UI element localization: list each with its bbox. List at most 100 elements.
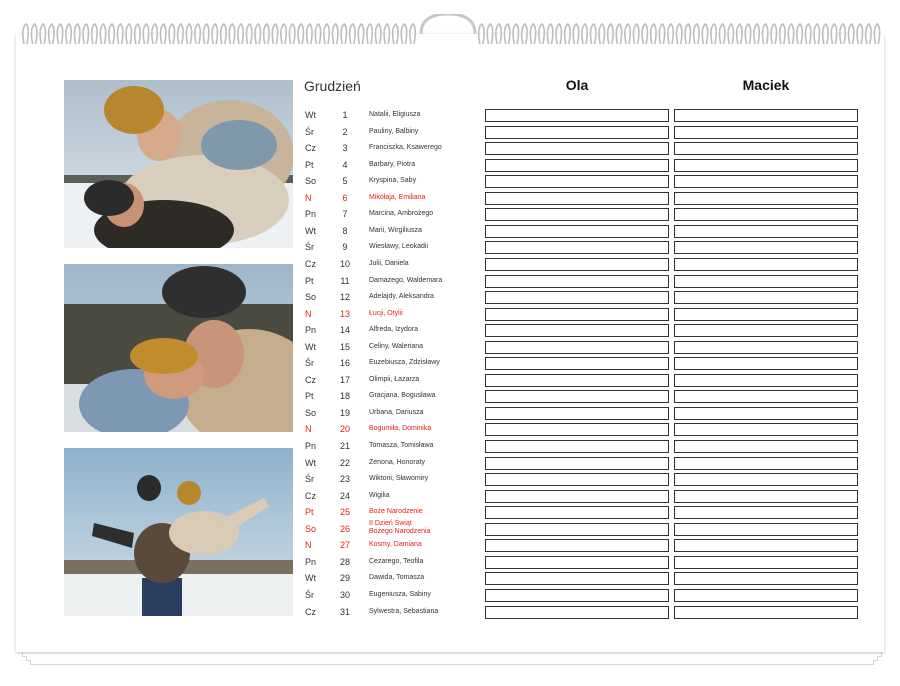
day-number: 26 [339, 523, 350, 534]
entry-box-ola[interactable] [485, 605, 669, 619]
entry-box-ola[interactable] [485, 291, 669, 305]
entry-box-ola[interactable] [485, 324, 669, 338]
spiral-coil [47, 22, 55, 45]
entry-box-ola[interactable] [485, 373, 669, 387]
entry-box-maciek[interactable] [674, 373, 858, 387]
entry-box-maciek[interactable] [674, 406, 858, 420]
entry-box-maciek[interactable] [674, 208, 858, 222]
entry-box-maciek[interactable] [674, 588, 858, 602]
entry-box-maciek[interactable] [674, 555, 858, 569]
entry-box-ola[interactable] [485, 489, 669, 503]
spiral-coil [56, 22, 64, 45]
weekday-label: Śr [305, 126, 314, 137]
entry-box-maciek[interactable] [674, 456, 858, 470]
day-number: 13 [339, 308, 350, 319]
entry-box-maciek[interactable] [674, 539, 858, 553]
entry-box-ola[interactable] [485, 307, 669, 321]
entry-box-maciek[interactable] [674, 175, 858, 189]
spiral-coil [383, 22, 391, 45]
entry-box-ola[interactable] [485, 440, 669, 453]
entry-box-ola[interactable] [485, 572, 669, 586]
entry-box-ola[interactable] [485, 357, 669, 371]
name-day-text: Łucji, Otylii [369, 309, 403, 317]
weekday-label: Pn [305, 325, 317, 336]
entry-box-maciek[interactable] [674, 572, 858, 586]
entry-box-ola[interactable] [485, 191, 669, 205]
entry-box-ola[interactable] [485, 257, 669, 271]
entry-box-maciek[interactable] [674, 307, 858, 321]
name-day-text: Boże Narodzenie [369, 508, 423, 516]
spiral-coil [254, 22, 262, 45]
entry-box-maciek[interactable] [674, 440, 858, 453]
spiral-binding [22, 14, 881, 45]
name-day-text: Celiny, Waleriana [369, 342, 424, 350]
day-number: 23 [339, 474, 350, 485]
entry-box-ola[interactable] [485, 158, 669, 172]
entry-box-maciek[interactable] [674, 224, 858, 238]
spiral-coil [211, 22, 219, 45]
entry-box-ola[interactable] [485, 456, 669, 470]
entry-box-ola[interactable] [485, 340, 669, 354]
entry-box-ola[interactable] [485, 241, 669, 255]
entry-box-ola[interactable] [485, 506, 669, 520]
entry-box-ola[interactable] [485, 175, 669, 189]
name-day-text: Wiesławy, Leokadii [369, 243, 429, 251]
entry-box-maciek[interactable] [674, 158, 858, 172]
entry-box-ola[interactable] [485, 208, 669, 222]
entry-box-ola[interactable] [485, 539, 669, 553]
day-row: Wt 22 Zenona, Honoraty [16, 455, 884, 472]
entry-box-maciek[interactable] [674, 191, 858, 205]
weekday-label: N [305, 540, 312, 551]
entry-box-maciek[interactable] [674, 605, 858, 619]
entry-box-maciek[interactable] [674, 390, 858, 404]
entry-box-ola[interactable] [485, 473, 669, 487]
entry-box-maciek[interactable] [674, 357, 858, 371]
entry-box-ola[interactable] [485, 588, 669, 602]
day-row: Cz 24 Wigilia [16, 488, 884, 505]
entry-box-ola[interactable] [485, 406, 669, 420]
entry-box-maciek[interactable] [674, 506, 858, 520]
entry-box-maciek[interactable] [674, 423, 858, 437]
entry-box-maciek[interactable] [674, 291, 858, 305]
entry-box-maciek[interactable] [674, 522, 858, 536]
spiral-coil [331, 22, 339, 45]
entry-box-ola[interactable] [485, 109, 669, 122]
entry-box-maciek[interactable] [674, 241, 858, 255]
spiral-coil [727, 22, 735, 45]
spiral-coil [675, 22, 683, 45]
entry-box-ola[interactable] [485, 390, 669, 404]
day-row: Pn 28 Cezarego, Teofila [16, 554, 884, 571]
entry-box-ola[interactable] [485, 142, 669, 156]
spiral-coil [572, 22, 580, 45]
spiral-coil [366, 22, 374, 45]
entry-box-maciek[interactable] [674, 340, 858, 354]
spiral-coil [82, 22, 90, 45]
entry-box-ola[interactable] [485, 423, 669, 437]
weekday-label: Śr [305, 358, 314, 369]
entry-box-maciek[interactable] [674, 109, 858, 122]
entry-box-maciek[interactable] [674, 324, 858, 338]
name-day-text: Dawida, Tomasza [369, 574, 425, 582]
entry-box-maciek[interactable] [674, 257, 858, 271]
day-row: N 27 Kosmy, Damiana [16, 537, 884, 554]
day-number: 19 [339, 407, 350, 418]
entry-box-ola[interactable] [485, 224, 669, 238]
calendar-page: Grudzień Ola Maciek Wt 1 Natalii, Eligiusz… [16, 34, 884, 652]
entry-box-maciek[interactable] [674, 125, 858, 139]
entry-box-ola[interactable] [485, 125, 669, 139]
entry-box-ola[interactable] [485, 555, 669, 569]
spiral-coil [512, 22, 520, 45]
entry-box-maciek[interactable] [674, 489, 858, 503]
spiral-coil [830, 22, 838, 45]
day-number: 1 [342, 110, 348, 120]
spiral-coil [778, 22, 786, 45]
entry-box-maciek[interactable] [674, 473, 858, 487]
spiral-coil [589, 22, 597, 45]
entry-box-ola[interactable] [485, 522, 669, 536]
spiral-coil [581, 22, 589, 45]
entry-box-maciek[interactable] [674, 142, 858, 156]
day-row: Śr 16 Euzebiusza, Zdzisławy [16, 355, 884, 372]
weekday-label: So [305, 292, 317, 303]
entry-box-ola[interactable] [485, 274, 669, 288]
entry-box-maciek[interactable] [674, 274, 858, 288]
